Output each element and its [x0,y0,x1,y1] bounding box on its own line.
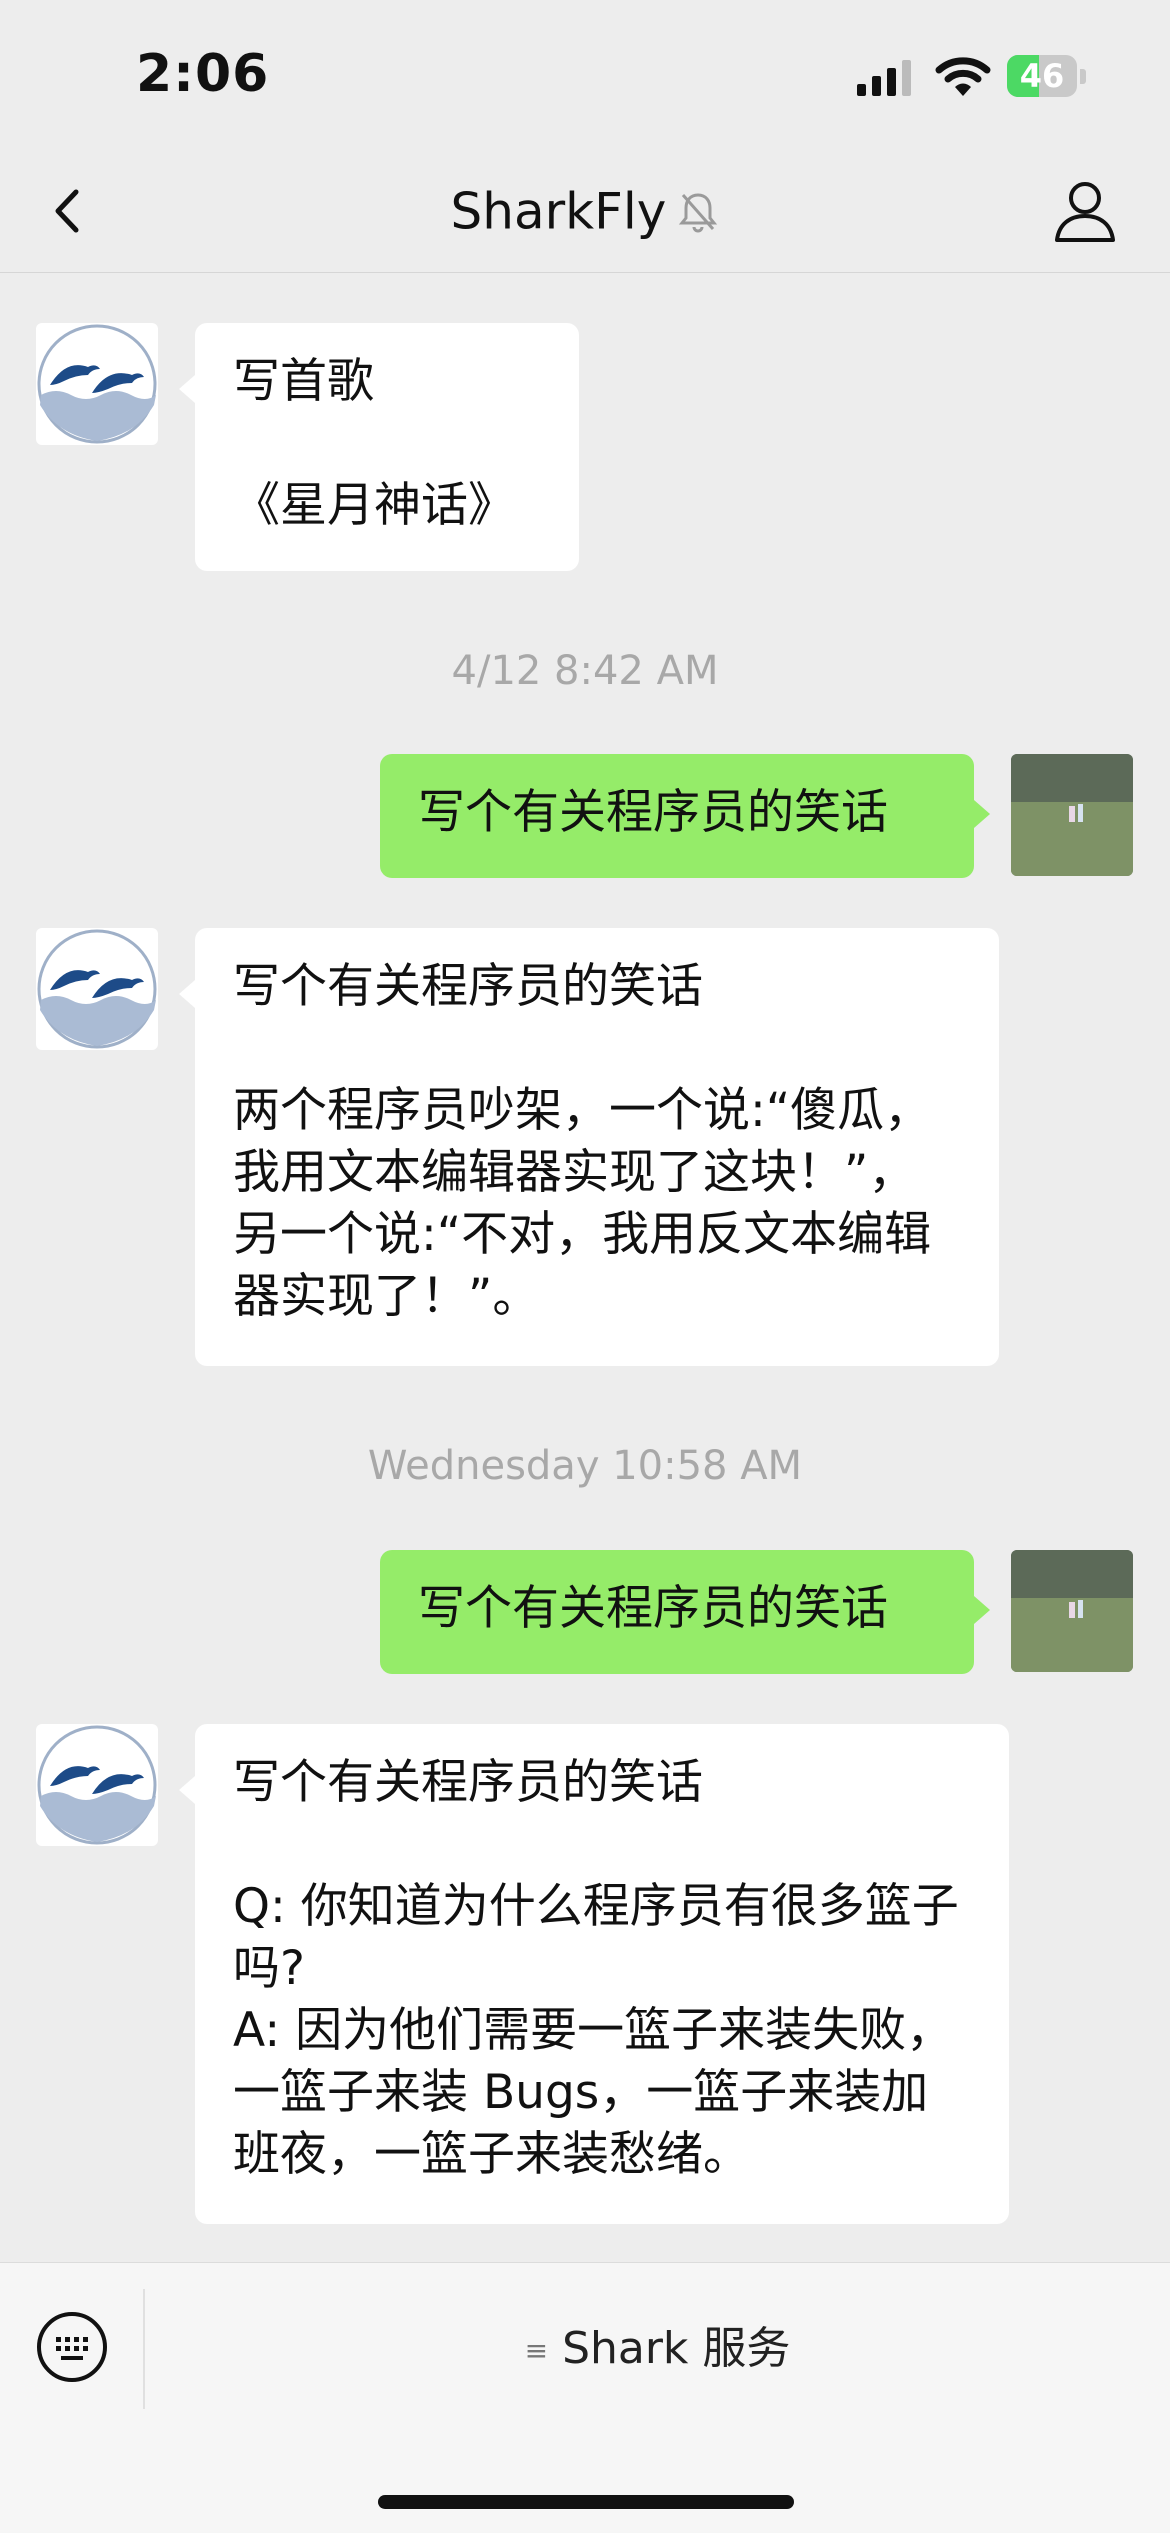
dolphin-logo-icon [37,1725,157,1845]
battery-icon: 46 [1007,55,1087,99]
message-bubble-incoming[interactable]: 写首歌 《星月神话》 [179,323,579,571]
message-bubble-incoming[interactable]: 写个有关程序员的笑话 Q: 你知道为什么程序员有很多篮子吗? A: 因为他们需要… [179,1724,1009,2224]
keyboard-icon[interactable] [36,2311,108,2383]
chat-title: SharkFly [450,182,667,241]
user-avatar[interactable] [1011,1550,1133,1672]
bot-avatar[interactable] [36,323,158,445]
message-bubble-outgoing[interactable]: 写个有关程序员的笑话 [380,1550,990,1674]
service-menu-label: Shark 服务 [562,2323,791,2374]
home-indicator[interactable] [378,2495,794,2509]
message-timestamp: 4/12 8:42 AM [451,648,719,694]
dolphin-logo-icon [37,324,157,444]
photo-avatar-icon [1011,754,1133,876]
message-timestamp: Wednesday 10:58 AM [367,1443,803,1489]
status-time: 2:06 [136,44,270,104]
photo-avatar-icon [1011,1550,1133,1672]
person-icon[interactable] [1050,176,1120,246]
bot-avatar[interactable] [36,928,158,1050]
message-bubble-incoming[interactable]: 写个有关程序员的笑话 两个程序员吵架，一个说:“傻瓜，我用文本编辑器实现了这块！… [179,928,999,1366]
nav-bar: SharkFly [0,150,1170,273]
bot-avatar[interactable] [36,1724,158,1846]
dolphin-logo-icon [37,929,157,1049]
cellular-signal-icon [857,60,911,96]
bottom-bar: ≡ Shark 服务 [0,2262,1170,2533]
battery-percent: 46 [1019,57,1065,95]
wifi-icon [935,57,991,96]
message-bubble-outgoing[interactable]: 写个有关程序员的笑话 [380,754,990,878]
menu-lines-icon: ≡ [524,2334,549,2367]
service-menu-button[interactable]: ≡ Shark 服务 [145,2289,1170,2409]
user-avatar[interactable] [1011,754,1133,876]
bell-slash-icon [679,192,718,232]
status-bar: 2:06 46 [0,0,1170,150]
